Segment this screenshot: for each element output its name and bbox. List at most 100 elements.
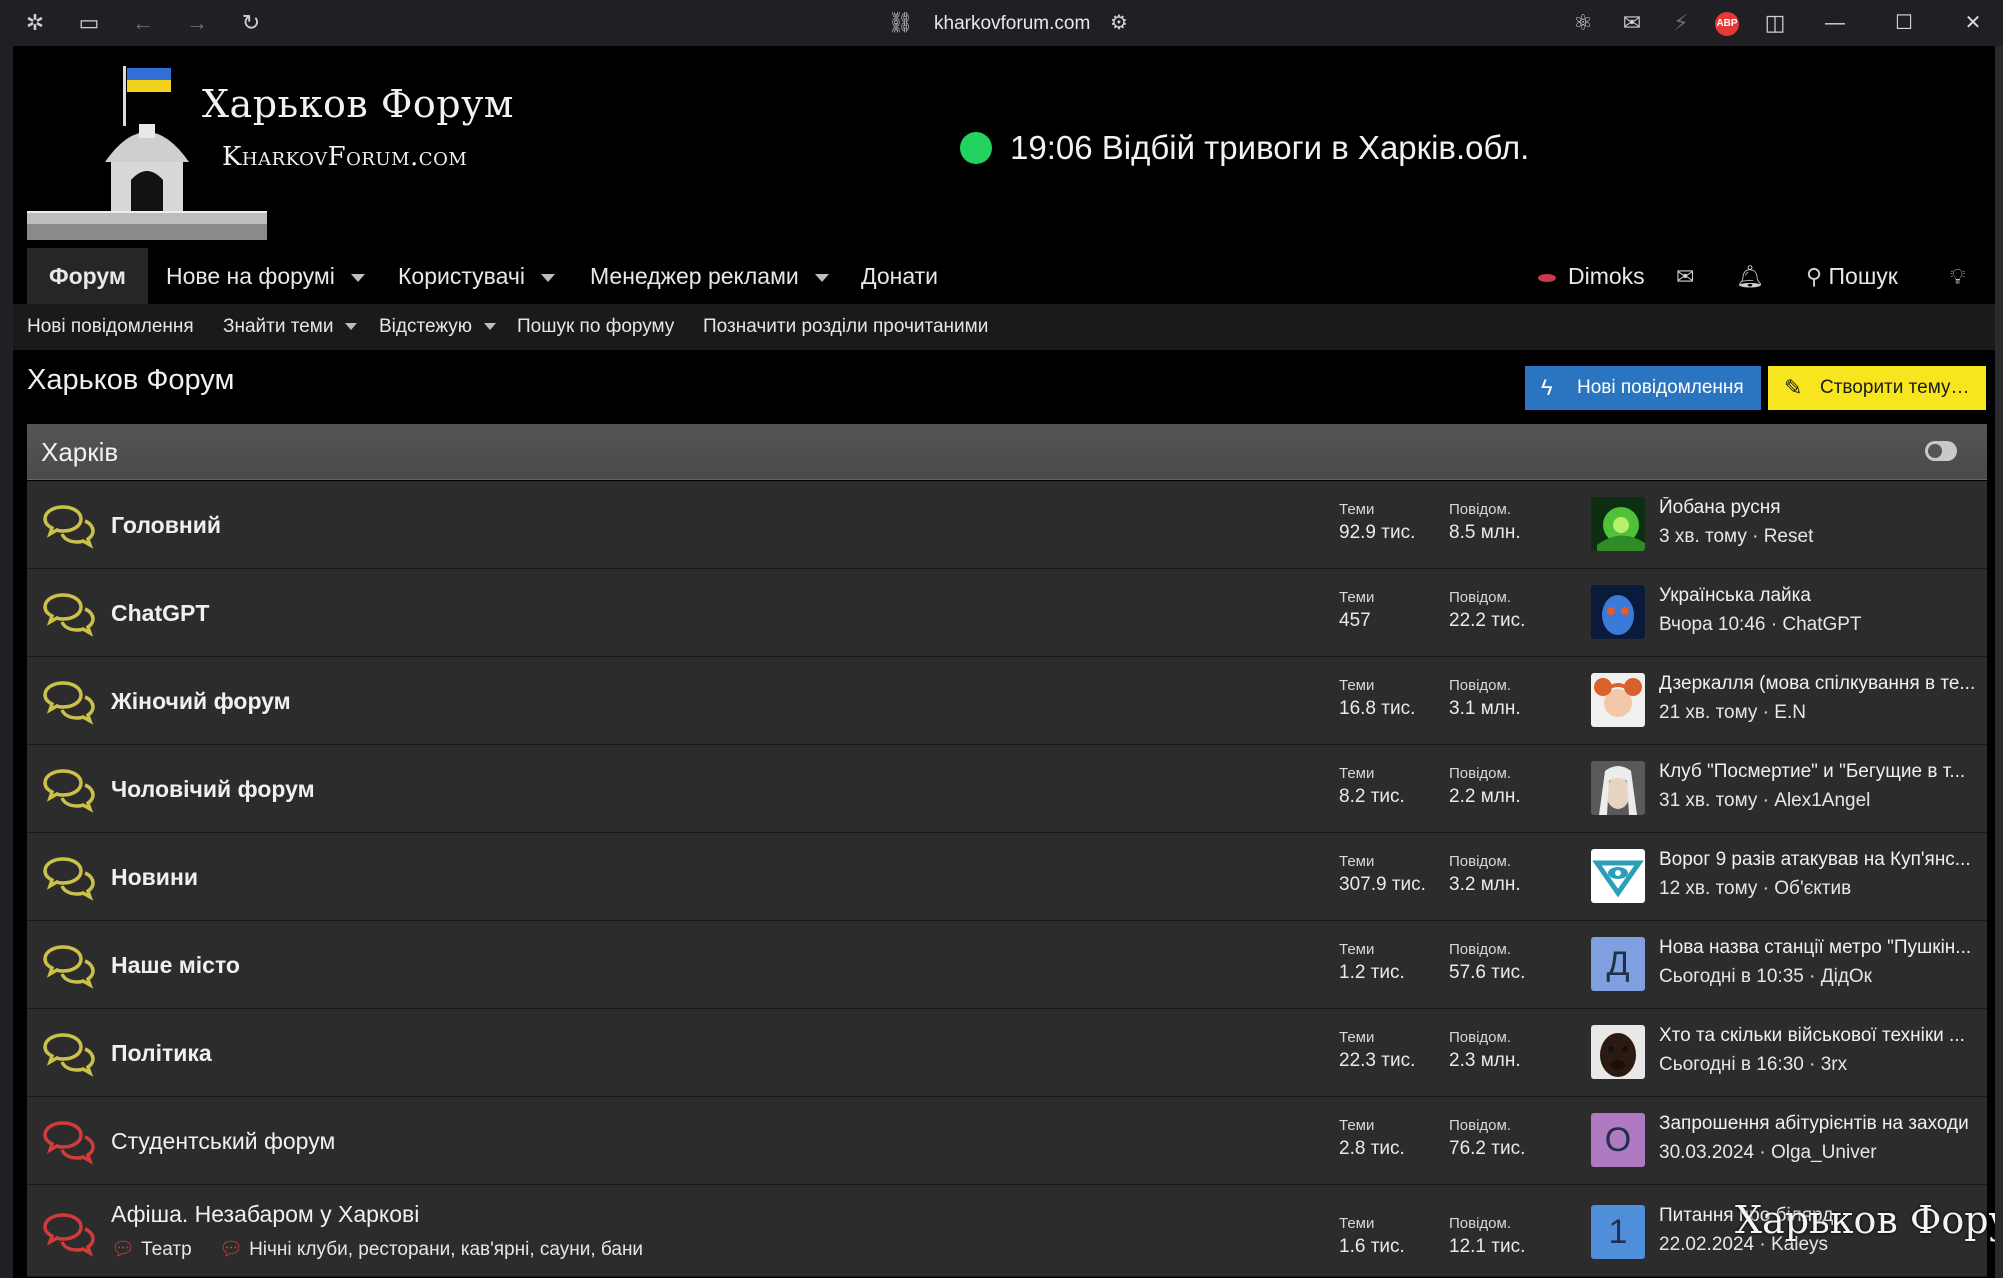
extension-bolt-icon[interactable]: ⚡ <box>1668 10 1694 36</box>
posts-stat: Повідом. 3.2 млн. <box>1449 853 1521 896</box>
last-post-title[interactable]: Нова назва станції метро "Пушкін... <box>1659 937 1979 959</box>
last-post-meta[interactable]: 31 хв. тому · Alex1Angel <box>1659 790 1979 812</box>
chevron-down-icon[interactable] <box>484 323 496 331</box>
subnav-search-forums[interactable]: Пошук по форуму <box>517 304 674 350</box>
subforum-link[interactable]: Нічні клуби, ресторани, кав'ярні, сауни,… <box>249 1239 643 1260</box>
topics-count: 22.3 тис. <box>1339 1050 1416 1071</box>
category-header: Харків <box>27 424 1987 480</box>
subnav-watched[interactable]: Відстежую <box>379 304 496 350</box>
category-title[interactable]: Харків <box>41 424 118 480</box>
topics-stat: Теми 2.8 тис. <box>1339 1117 1405 1160</box>
forum-title[interactable]: Політика <box>111 1009 212 1097</box>
avatar[interactable] <box>1591 1025 1645 1079</box>
forum-title[interactable]: Жіночий форум <box>111 657 291 745</box>
avatar[interactable]: Д <box>1591 937 1645 991</box>
forum-title[interactable]: Новини <box>111 833 198 921</box>
subforum-link[interactable]: Театр <box>141 1239 192 1260</box>
last-post-title[interactable]: Йобана русня <box>1659 497 1979 519</box>
subnav-find-threads-label: Знайти теми <box>223 316 334 337</box>
search-button[interactable]: ⚲ Пошук <box>1806 248 1898 304</box>
subnav-watched-label: Відстежую <box>379 316 472 337</box>
avatar[interactable] <box>1591 673 1645 727</box>
last-post-meta[interactable]: 12 хв. тому · Об'єктив <box>1659 878 1979 900</box>
forum-title[interactable]: Афіша. Незабаром у Харкові <box>111 1201 419 1228</box>
avatar[interactable] <box>1591 761 1645 815</box>
maximize-icon[interactable]: ☐ <box>1874 6 1934 40</box>
nav-tab-whats-new[interactable]: Нове на форумі <box>166 248 365 304</box>
last-post-title[interactable]: Українська лайка <box>1659 585 1979 607</box>
nav-tab-whats-new-label: Нове на форумі <box>166 263 335 289</box>
forum-unread-icon <box>43 857 95 901</box>
chevron-down-icon[interactable] <box>814 273 829 282</box>
air-alert-banner[interactable]: 19:06 Відбій тривоги в Харків.обл. <box>960 126 1529 170</box>
last-post-title[interactable]: Ворог 9 разів атакував на Куп'янс... <box>1659 849 1979 871</box>
alerts-button[interactable]: 🔔︎ <box>1736 248 1764 304</box>
nav-tab-ad-manager[interactable]: Менеджер реклами <box>590 248 829 304</box>
user-menu[interactable]: Dimoks <box>1538 248 1645 304</box>
last-post-meta[interactable]: Сьогодні в 16:30 · 3rx <box>1659 1054 1979 1076</box>
collapse-toggle[interactable] <box>1925 441 1957 461</box>
last-post: Дзеркалля (мова спілкування в те... 21 хв… <box>1659 673 1979 724</box>
last-post-title[interactable]: Хто та скільки військової техніки ... <box>1659 1025 1979 1047</box>
subnav-mark-read[interactable]: Позначити розділи прочитаними <box>703 304 988 350</box>
subforum-icon: 💬︎ <box>111 1239 136 1260</box>
close-icon[interactable]: ✕ <box>1943 6 2003 40</box>
subnav-new-posts[interactable]: Нові повідомлення <box>27 304 194 350</box>
adblock-icon[interactable]: ABP <box>1715 12 1739 36</box>
split-view-icon[interactable]: ◫ <box>1762 10 1788 36</box>
reload-icon[interactable]: ↻ <box>238 10 264 36</box>
forum-title[interactable]: Головний <box>111 481 221 569</box>
nav-tab-forum[interactable]: Форум <box>27 248 148 304</box>
logo-title: Харьков Форум <box>202 82 514 126</box>
browser-logo-icon[interactable]: ✲ <box>22 10 48 36</box>
posts-stat: Повідом. 8.5 млн. <box>1449 501 1521 544</box>
create-thread-button[interactable]: ✎ Створити тему… <box>1768 366 1986 410</box>
mail-icon[interactable]: ✉ <box>1619 10 1645 36</box>
avatar[interactable]: 1 <box>1591 1205 1645 1259</box>
forum-title[interactable]: Чоловічий форум <box>111 745 315 833</box>
site-logo[interactable]: Харьков Форум KharkovForum.com <box>27 62 513 242</box>
topics-label: Теми <box>1339 853 1375 870</box>
chevron-down-icon[interactable] <box>540 273 555 282</box>
conversations-button[interactable]: ✉ <box>1676 248 1694 304</box>
forum-row: Жіночий форум Теми 16.8 тис. Повідом. 3.1 … <box>27 657 1987 745</box>
last-post-title[interactable]: Клуб "Посмертие" и "Бегущие в т... <box>1659 761 1979 783</box>
forum-title[interactable]: Студентський форум <box>111 1097 335 1185</box>
style-toggle-button[interactable]: 💡︎ <box>1950 248 1965 304</box>
minimize-icon[interactable]: — <box>1805 6 1865 40</box>
avatar[interactable]: О <box>1591 1113 1645 1167</box>
posts-stat: Повідом. 76.2 тис. <box>1449 1117 1525 1160</box>
subforum-icon: 💬︎ <box>218 1239 244 1260</box>
last-post-meta[interactable]: 30.03.2024 · Olga_Univer <box>1659 1142 1979 1164</box>
page: Харьков Форум KharkovForum.com 19:06 Від… <box>13 46 2003 1278</box>
forum-row: Чоловічий форум Теми 8.2 тис. Повідом. 2.2… <box>27 745 1987 833</box>
address-bar-url: kharkovforum.com <box>934 13 1091 34</box>
nav-tab-donate[interactable]: Донати <box>861 248 938 304</box>
posts-label: Повідом. <box>1449 1029 1511 1046</box>
new-posts-button[interactable]: ϟ Нові повідомлення <box>1525 366 1761 410</box>
last-post-meta[interactable]: 3 хв. тому · Reset <box>1659 526 1979 548</box>
page-scrollbar[interactable] <box>1995 46 2003 1278</box>
avatar[interactable] <box>1591 585 1645 639</box>
last-post-title[interactable]: Дзеркалля (мова спілкування в те... <box>1659 673 1979 695</box>
address-bar[interactable]: ⛓ kharkovforum.com ⚙ <box>880 8 1140 38</box>
chevron-down-icon[interactable] <box>345 323 358 331</box>
last-post-meta[interactable]: 21 хв. тому · E.N <box>1659 702 1979 724</box>
extension-atom-icon[interactable]: ⚛ <box>1570 10 1596 36</box>
forum-title[interactable]: ChatGPT <box>111 569 209 657</box>
forum-title[interactable]: Наше місто <box>111 921 240 1009</box>
posts-label: Повідом. <box>1449 589 1511 606</box>
nav-tab-members[interactable]: Користувачі <box>398 248 555 304</box>
last-post-meta[interactable]: Сьогодні в 10:35 · ДідОк <box>1659 966 1979 988</box>
forward-arrow-icon[interactable]: → <box>184 10 210 36</box>
avatar[interactable] <box>1591 849 1645 903</box>
back-arrow-icon[interactable]: ← <box>130 10 156 36</box>
last-post-title[interactable]: Запрошення абітурієнтів на заходи <box>1659 1113 1979 1135</box>
subnav-find-threads[interactable]: Знайти теми <box>223 304 358 350</box>
sidebar-toggle-icon[interactable]: ▭ <box>76 10 102 36</box>
avatar[interactable] <box>1591 497 1645 551</box>
last-post-meta[interactable]: Вчора 10:46 · ChatGPT <box>1659 614 1979 636</box>
chevron-down-icon[interactable] <box>350 273 365 282</box>
site-settings-icon[interactable]: ⚙ <box>1110 10 1128 35</box>
posts-count: 22.2 тис. <box>1449 610 1526 631</box>
